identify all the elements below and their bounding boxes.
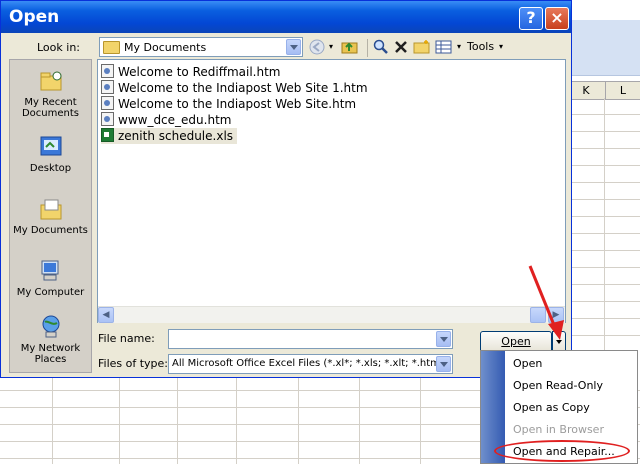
column-header-l[interactable]: L	[605, 81, 640, 100]
column-header-k[interactable]: K	[566, 81, 606, 100]
tools-dropdown-icon[interactable]: ▾	[497, 39, 505, 55]
network-places-icon	[42, 315, 59, 338]
excel-file-icon	[101, 128, 114, 142]
desktop-icon	[40, 136, 61, 156]
list-item[interactable]: zenith schedule.xls	[101, 128, 238, 144]
files-of-type-label: Files of type:	[98, 357, 169, 370]
list-item[interactable]: www_dce_edu.htm	[101, 112, 231, 128]
toolbar-separator	[367, 39, 368, 57]
title-bar[interactable]: Open ? ×	[1, 1, 571, 33]
help-button[interactable]: ?	[519, 7, 543, 30]
chevron-down-icon[interactable]	[436, 331, 451, 347]
file-name-label: File name:	[98, 332, 155, 345]
place-my-documents[interactable]: My Documents	[10, 196, 91, 236]
place-label: My Network Places	[20, 343, 81, 365]
chevron-down-icon[interactable]	[436, 356, 451, 372]
htm-file-icon	[101, 80, 114, 94]
views-icon[interactable]	[435, 39, 453, 55]
look-in-label: Look in:	[37, 41, 80, 54]
scroll-left-icon[interactable]: ◀	[98, 307, 114, 323]
place-desktop[interactable]: Desktop	[10, 134, 91, 174]
file-name-input[interactable]	[168, 329, 453, 349]
place-label: Desktop	[29, 163, 72, 174]
folder-icon	[103, 41, 120, 54]
list-item[interactable]: Welcome to the Indiapost Web Site.htm	[101, 96, 356, 112]
my-computer-icon	[41, 260, 58, 281]
files-of-type-value: All Microsoft Office Excel Files (*.xl*;…	[172, 358, 444, 369]
place-my-computer[interactable]: My Computer	[10, 258, 91, 298]
close-button[interactable]: ×	[545, 7, 569, 30]
place-my-network-places[interactable]: My Network Places	[10, 314, 91, 365]
menu-item-open-in-browser: Open in Browser	[513, 423, 604, 436]
place-label: My Computer	[16, 287, 85, 298]
place-my-recent-documents[interactable]: My Recent Documents	[10, 68, 91, 119]
look-in-dropdown[interactable]: My Documents	[99, 37, 303, 57]
excel-toolbar-area	[570, 20, 640, 76]
places-bar: My Recent Documents Desktop My Documents…	[9, 59, 92, 373]
menu-item-open-read-only[interactable]: Open Read-Only	[513, 379, 603, 392]
views-dropdown-icon[interactable]: ▾	[455, 39, 463, 55]
place-label: My Documents	[13, 225, 88, 236]
place-label: My Recent Documents	[21, 97, 80, 119]
highlight-oval	[494, 440, 630, 462]
htm-file-icon	[101, 64, 114, 78]
tools-menu[interactable]: Tools	[467, 39, 495, 55]
dialog-title: Open	[9, 7, 60, 27]
excel-title-strip	[570, 0, 640, 21]
back-dropdown-icon[interactable]: ▾	[327, 39, 335, 55]
recent-documents-icon	[40, 71, 61, 91]
red-arrow-annotation	[528, 265, 564, 340]
delete-icon[interactable]	[393, 39, 409, 55]
open-dialog: Open ? × Look in: My Documents ▾ ▾ Tools	[0, 0, 572, 378]
search-web-icon[interactable]	[373, 39, 389, 55]
files-of-type-dropdown[interactable]: All Microsoft Office Excel Files (*.xl*;…	[168, 354, 453, 374]
htm-file-icon	[101, 96, 114, 110]
htm-file-icon	[101, 112, 114, 126]
horizontal-scrollbar[interactable]: ◀ ▶	[98, 306, 565, 323]
menu-item-open[interactable]: Open	[513, 357, 542, 370]
chevron-down-icon[interactable]	[286, 39, 301, 55]
list-item[interactable]: Welcome to Rediffmail.htm	[101, 64, 281, 80]
list-item[interactable]: Welcome to the Indiapost Web Site 1.htm	[101, 80, 368, 96]
file-list[interactable]: Welcome to Rediffmail.htm Welcome to the…	[97, 59, 566, 323]
back-icon[interactable]	[309, 39, 325, 55]
my-documents-icon	[40, 199, 61, 220]
new-folder-icon[interactable]	[413, 39, 431, 55]
menu-item-open-as-copy[interactable]: Open as Copy	[513, 401, 590, 414]
up-folder-icon[interactable]	[341, 39, 359, 55]
look-in-value: My Documents	[124, 41, 207, 54]
